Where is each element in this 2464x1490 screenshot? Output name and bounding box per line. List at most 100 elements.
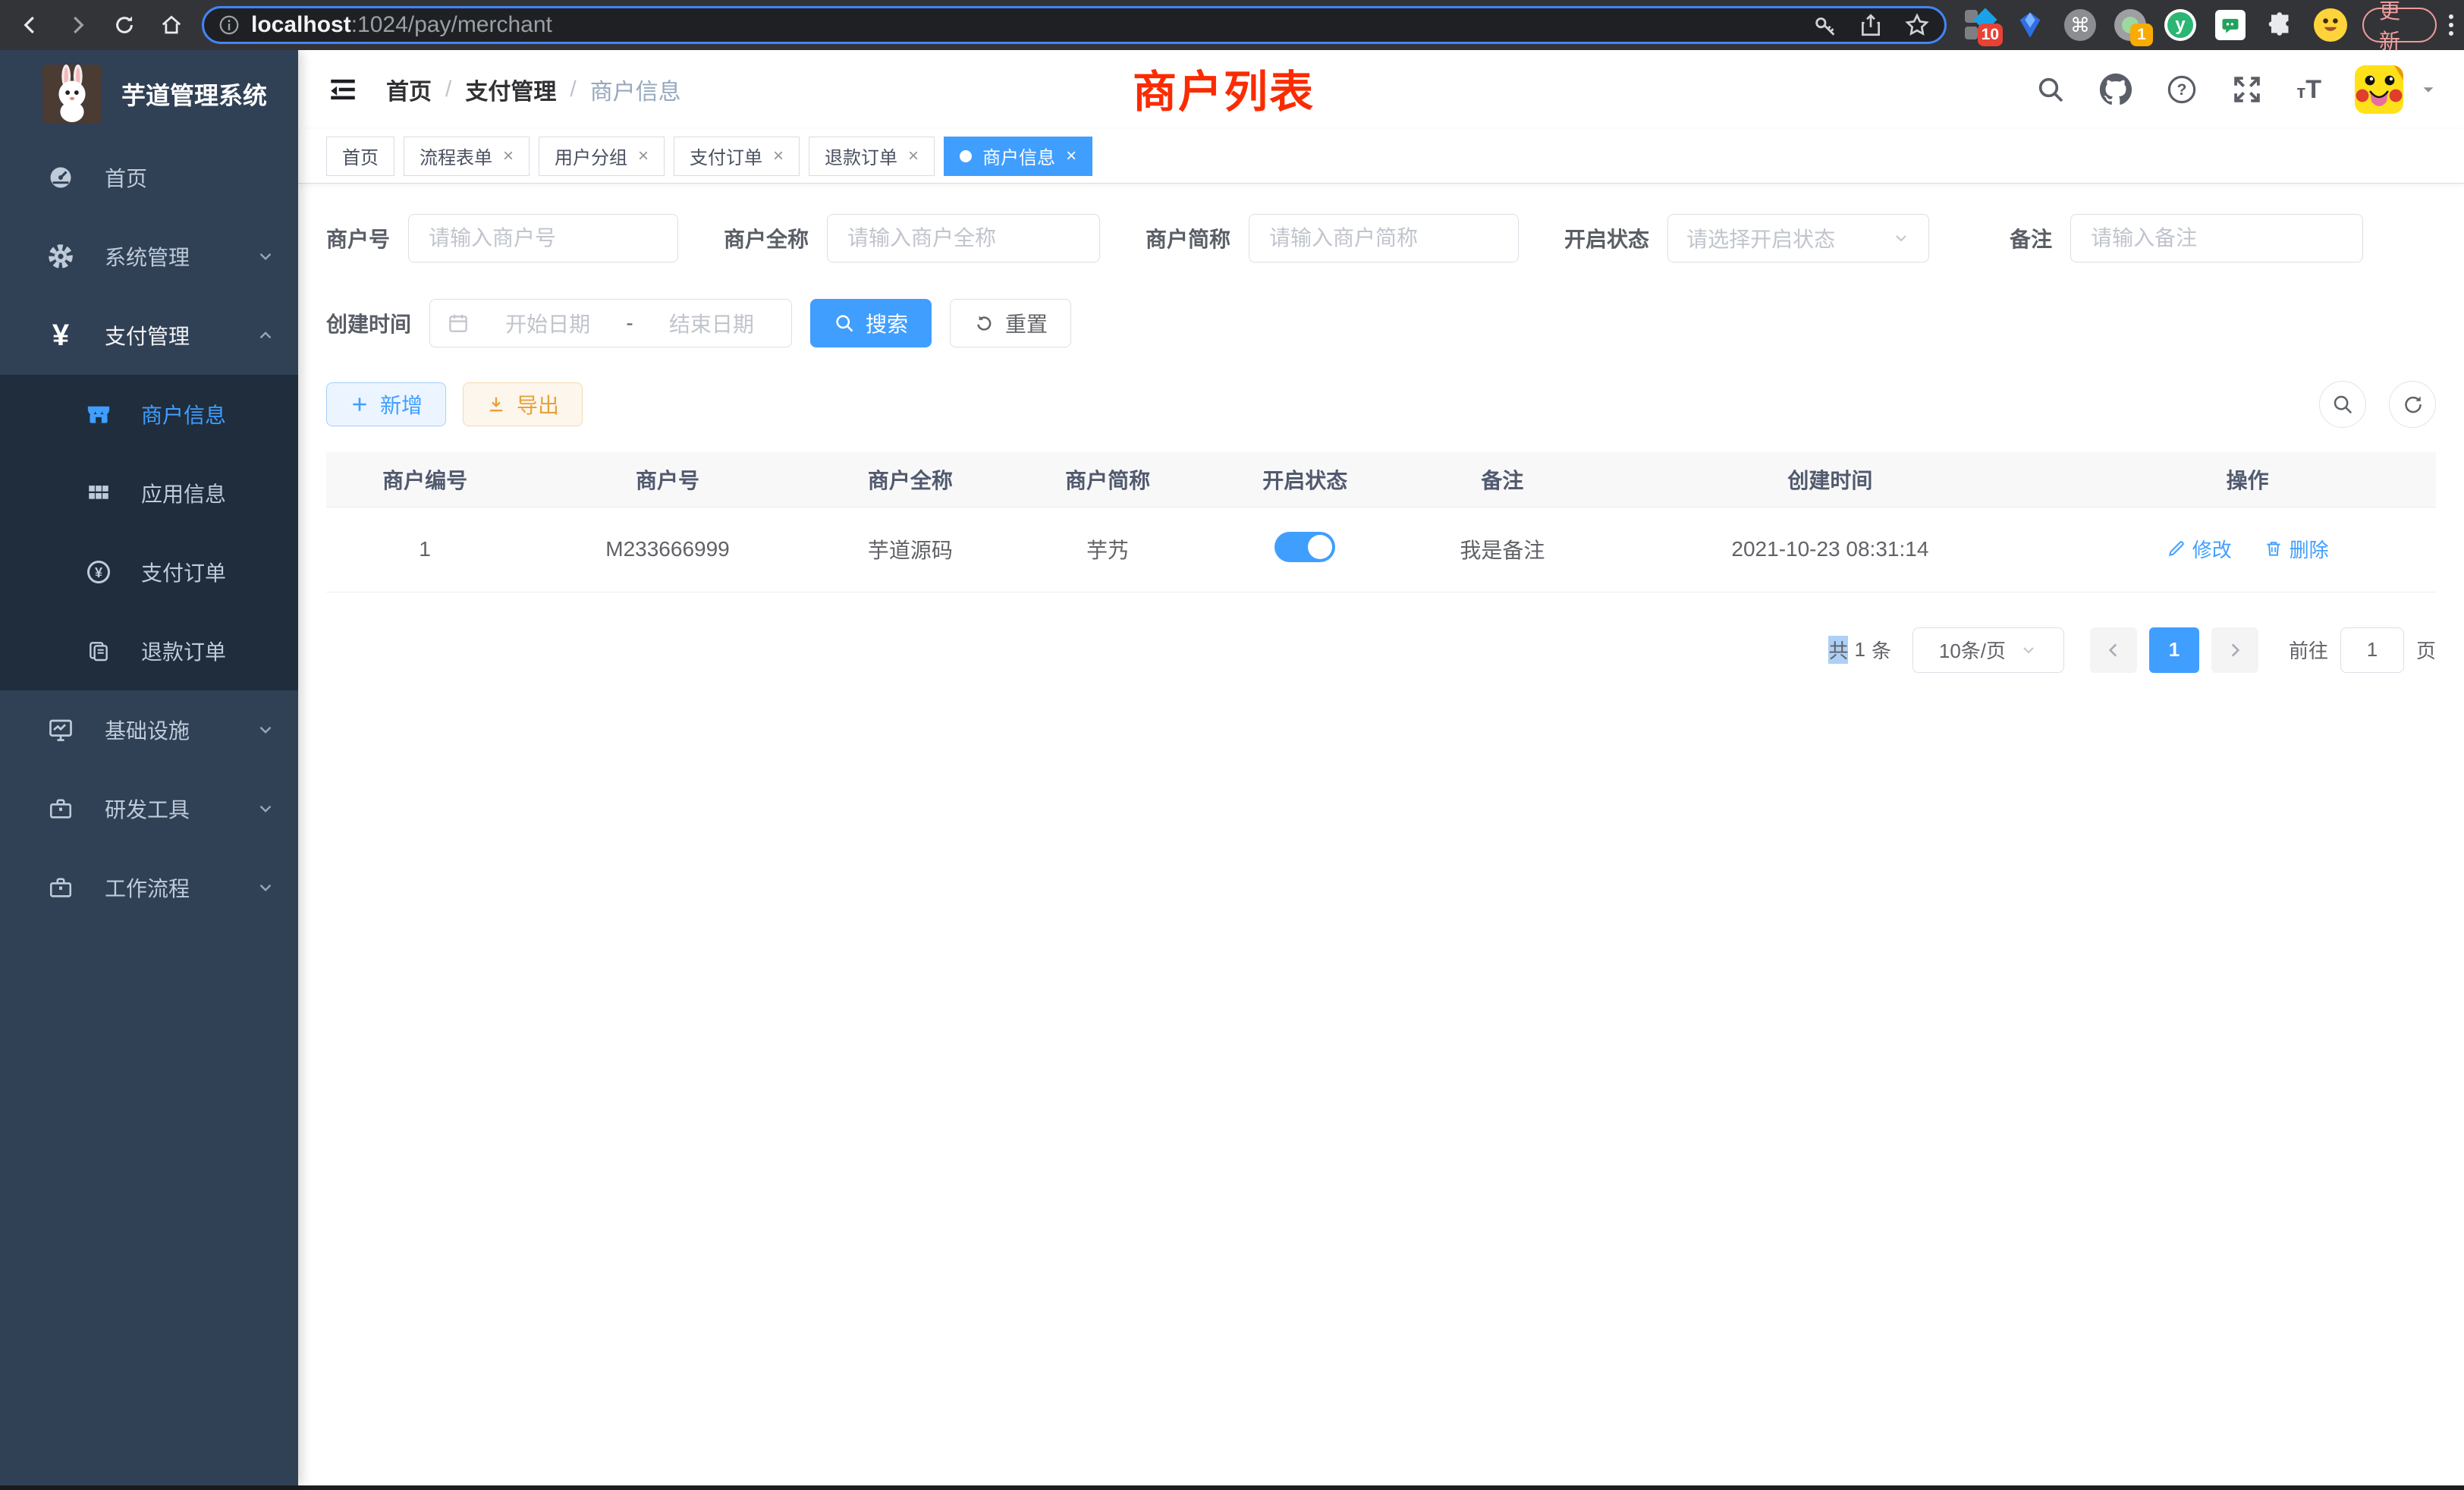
github-icon[interactable]	[2099, 73, 2132, 106]
sidebar-item-dev-tools[interactable]: 研发工具	[0, 769, 298, 848]
merchant-no-input[interactable]	[408, 214, 678, 262]
extension-badge: 10	[1978, 24, 2003, 46]
extension-recorder-icon[interactable]: 1	[2114, 8, 2147, 42]
home-icon	[160, 14, 183, 36]
sidebar-item-workflow[interactable]: 工作流程	[0, 848, 298, 927]
breadcrumb-home[interactable]: 首页	[386, 73, 432, 106]
header-search-icon[interactable]	[2035, 74, 2066, 105]
fullscreen-icon[interactable]	[2231, 74, 2263, 105]
extension-badge: 1	[2130, 24, 2153, 46]
sidebar-item-infrastructure[interactable]: 基础设施	[0, 690, 298, 769]
browser-reload-button[interactable]	[105, 5, 144, 45]
user-avatar[interactable]	[2355, 65, 2403, 114]
sidebar-item-pay-order[interactable]: ¥ 支付订单	[0, 533, 298, 611]
status-toggle[interactable]	[1274, 532, 1335, 562]
col-status: 开启状态	[1206, 452, 1403, 507]
extension-emoji-icon[interactable]	[2314, 8, 2347, 42]
sidebar-item-system[interactable]: 系统管理	[0, 217, 298, 296]
col-short-name: 商户简称	[1009, 452, 1206, 507]
sidebar-collapse-button[interactable]	[325, 72, 360, 107]
create-time-label: 创建时间	[326, 308, 411, 338]
back-arrow-icon	[19, 14, 42, 36]
bookmark-star-icon[interactable]	[1903, 11, 1931, 39]
sidebar-item-refund-order[interactable]: 退款订单	[0, 611, 298, 690]
refresh-table-button[interactable]	[2389, 381, 2436, 428]
tab-user-group[interactable]: 用户分组×	[539, 137, 665, 176]
calendar-icon	[447, 312, 470, 335]
full-name-input[interactable]	[827, 214, 1100, 262]
share-icon[interactable]	[1858, 12, 1884, 38]
extensions-puzzle-icon[interactable]	[2264, 8, 2297, 42]
sidebar-item-app-info[interactable]: 应用信息	[0, 454, 298, 533]
close-icon[interactable]: ×	[638, 146, 649, 167]
tab-process-form[interactable]: 流程表单×	[404, 137, 530, 176]
short-name-input[interactable]	[1249, 214, 1519, 262]
breadcrumb-current: 商户信息	[590, 73, 681, 106]
page-number-1[interactable]: 1	[2149, 627, 2199, 673]
cell-merchant-id: 1	[326, 507, 523, 592]
extension-command-icon[interactable]: ⌘	[2063, 8, 2097, 42]
sidebar-item-home[interactable]: 首页	[0, 138, 298, 217]
extension-tabs-manager-icon[interactable]: 10	[1963, 8, 1997, 42]
tab-home[interactable]: 首页	[326, 137, 394, 176]
page-info-icon[interactable]	[218, 14, 240, 36]
tab-pay-order[interactable]: 支付订单×	[674, 137, 800, 176]
browser-forward-button[interactable]	[58, 5, 97, 45]
add-button[interactable]: 新增	[326, 382, 446, 426]
search-button[interactable]: 搜索	[810, 299, 932, 347]
reset-button[interactable]: 重置	[950, 299, 1071, 347]
export-button[interactable]: 导出	[463, 382, 583, 426]
edit-link[interactable]: 修改	[2167, 535, 2232, 563]
password-key-icon[interactable]	[1812, 12, 1838, 38]
browser-menu-button[interactable]	[2449, 14, 2453, 36]
hamburger-fold-icon	[327, 74, 359, 105]
select-caret-icon	[1892, 229, 1910, 247]
font-size-icon[interactable]: тT	[2296, 75, 2321, 105]
col-create-time: 创建时间	[1601, 452, 2059, 507]
chevron-up-icon	[256, 325, 275, 345]
table-toolbar: 新增 导出	[326, 381, 2436, 428]
toggle-search-button[interactable]	[2319, 381, 2366, 428]
browser-back-button[interactable]	[11, 5, 50, 45]
date-start-placeholder: 开始日期	[485, 308, 611, 338]
shop-icon	[83, 401, 114, 428]
avatar-caret-icon[interactable]	[2420, 81, 2437, 98]
close-icon[interactable]: ×	[503, 146, 514, 167]
close-icon[interactable]: ×	[773, 146, 784, 167]
close-icon[interactable]: ×	[908, 146, 919, 167]
browser-update-button[interactable]: 更新	[2362, 8, 2437, 42]
extension-y-logo-icon[interactable]: y	[2164, 8, 2197, 42]
extension-gem-icon[interactable]	[2013, 8, 2047, 42]
tab-refund-order[interactable]: 退款订单×	[809, 137, 935, 176]
download-icon	[486, 395, 506, 414]
sidebar-item-payment[interactable]: ¥ 支付管理	[0, 296, 298, 375]
gear-icon	[46, 243, 76, 270]
browser-home-button[interactable]	[152, 5, 191, 45]
help-icon[interactable]: ?	[2166, 74, 2198, 105]
page-size-select[interactable]: 10条/页	[1912, 627, 2064, 673]
refresh-icon	[2401, 393, 2424, 416]
col-full-name: 商户全称	[812, 452, 1009, 507]
prev-page-button[interactable]	[2090, 627, 2137, 673]
app-logo-row[interactable]: 芋道管理系统	[0, 50, 298, 138]
close-icon[interactable]: ×	[1066, 146, 1076, 167]
cell-create-time: 2021-10-23 08:31:14	[1601, 507, 2059, 592]
table-row: 1 M233666999 芋道源码 芋艿 我是备注 2021-10-23 08:…	[326, 507, 2436, 592]
sidebar-item-merchant-info[interactable]: 商户信息	[0, 375, 298, 454]
create-time-range-picker[interactable]: 开始日期 - 结束日期	[429, 299, 792, 347]
grid-icon	[83, 480, 114, 506]
tags-view-bar: 首页 流程表单× 用户分组× 支付订单× 退款订单× 商户信息×	[298, 129, 2464, 184]
window-bottom-edge	[0, 1485, 2464, 1490]
breadcrumb-payment[interactable]: 支付管理	[465, 73, 556, 106]
goto-page-input[interactable]	[2340, 627, 2404, 673]
page-annotation-title: 商户列表	[1133, 56, 1315, 120]
delete-link[interactable]: 删除	[2264, 535, 2329, 563]
next-page-button[interactable]	[2211, 627, 2258, 673]
status-select[interactable]: 请选择开启状态	[1667, 214, 1929, 262]
remark-input[interactable]	[2070, 214, 2363, 262]
search-icon	[2331, 393, 2354, 416]
tab-merchant-info-active[interactable]: 商户信息×	[944, 137, 1092, 176]
pagination-total: 共 1 条	[1828, 636, 1891, 664]
url-bar[interactable]: localhost:1024/pay/merchant	[202, 6, 1947, 44]
extension-chat-icon[interactable]	[2214, 8, 2247, 42]
